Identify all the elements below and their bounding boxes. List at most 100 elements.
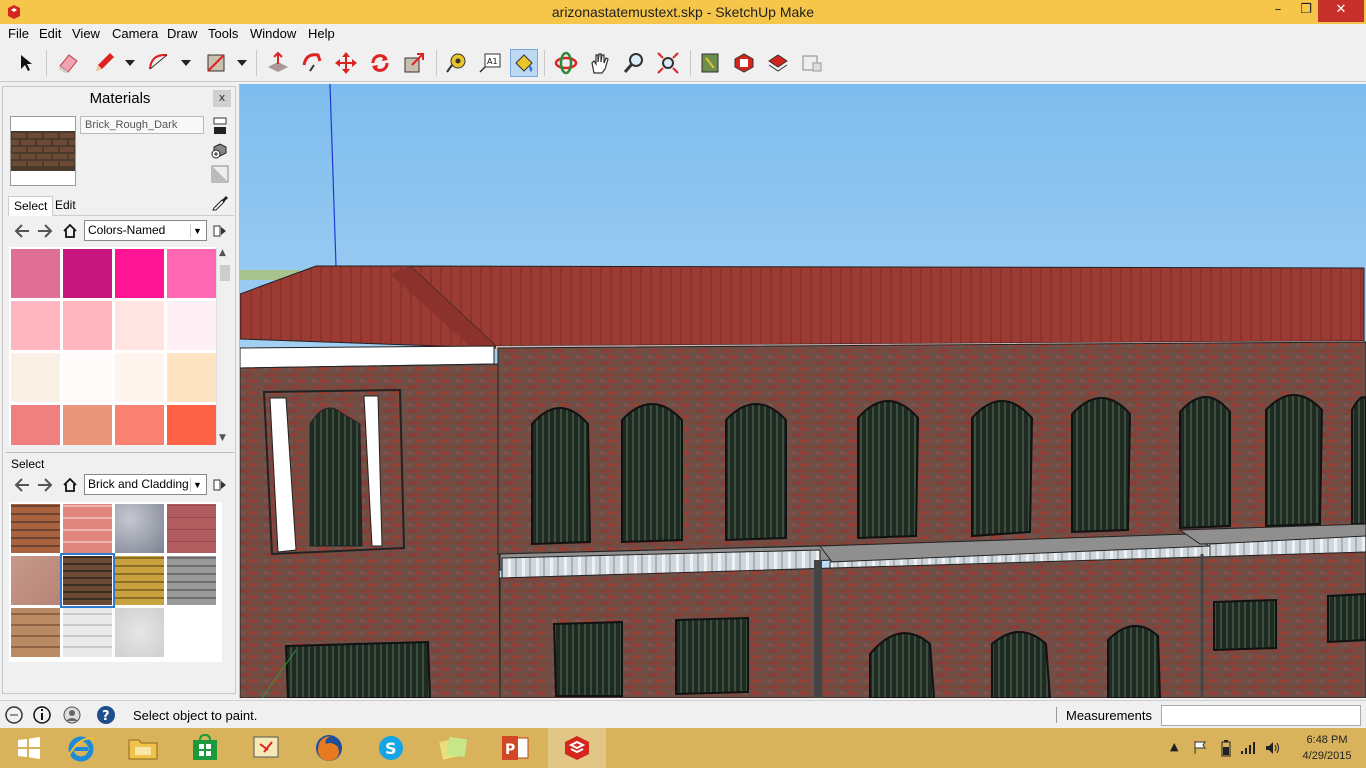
forward-arrow-icon[interactable] — [35, 475, 55, 495]
color-swatch[interactable] — [115, 405, 164, 445]
sticky-notes-icon[interactable] — [424, 728, 482, 768]
color-swatch[interactable] — [167, 249, 216, 298]
push-pull-tool-icon[interactable] — [264, 49, 292, 77]
color-swatch[interactable] — [11, 249, 60, 298]
color-swatch[interactable] — [115, 301, 164, 350]
extension-warehouse-icon[interactable] — [730, 49, 758, 77]
home-icon[interactable] — [60, 475, 80, 495]
pan-tool-icon[interactable] — [586, 49, 614, 77]
menu-help[interactable]: Help — [308, 26, 335, 41]
action-center-flag-icon[interactable] — [1192, 739, 1208, 755]
network-signal-icon[interactable] — [1240, 741, 1256, 755]
swatch-scrollbar[interactable]: ▲ ▼ — [216, 247, 232, 445]
select-tool-icon[interactable] — [12, 49, 40, 77]
tape-measure-tool-icon[interactable] — [442, 49, 470, 77]
menu-view[interactable]: View — [72, 26, 100, 41]
model-viewport[interactable] — [240, 84, 1366, 698]
back-arrow-icon[interactable] — [12, 221, 32, 241]
internet-explorer-icon[interactable] — [52, 728, 110, 768]
color-swatch[interactable] — [115, 353, 164, 402]
color-swatch[interactable] — [167, 301, 216, 350]
powerpoint-icon[interactable]: P — [486, 728, 544, 768]
layout-icon[interactable] — [798, 49, 826, 77]
panel-close-button[interactable]: x — [213, 90, 231, 107]
3d-warehouse-icon[interactable] — [696, 49, 724, 77]
chevron-down-icon[interactable] — [237, 57, 247, 69]
firefox-icon[interactable] — [300, 728, 358, 768]
menu-tools[interactable]: Tools — [208, 26, 238, 41]
scale-tool-icon[interactable] — [400, 49, 428, 77]
credits-info-icon[interactable] — [32, 705, 52, 725]
stone-grey-swatch[interactable] — [167, 556, 216, 605]
rectangle-tool-icon[interactable] — [202, 49, 230, 77]
file-explorer-icon[interactable] — [114, 728, 172, 768]
color-swatch[interactable] — [167, 405, 216, 445]
user-sign-in-icon[interactable] — [62, 705, 82, 725]
granite-blue-swatch[interactable] — [115, 504, 164, 553]
battery-icon[interactable] — [1220, 739, 1232, 757]
close-button[interactable]: ✕ — [1318, 0, 1364, 22]
back-arrow-icon[interactable] — [12, 475, 32, 495]
brick-red-flat-swatch[interactable] — [167, 504, 216, 553]
zoom-tool-icon[interactable] — [620, 49, 648, 77]
create-material-icon[interactable] — [210, 140, 230, 160]
chevron-down-icon[interactable] — [181, 57, 191, 69]
share-model-icon[interactable] — [764, 49, 792, 77]
color-swatch[interactable] — [63, 353, 112, 402]
follow-me-tool-icon[interactable] — [298, 49, 326, 77]
bottom-collection-select[interactable]: Brick and Cladding ▼ — [84, 474, 207, 495]
color-swatch[interactable] — [63, 249, 112, 298]
system-clock[interactable]: 6:48 PM 4/29/2015 — [1290, 732, 1364, 764]
default-material-icon[interactable] — [210, 164, 230, 184]
forward-arrow-icon[interactable] — [35, 221, 55, 241]
details-arrow-icon[interactable] — [210, 475, 230, 495]
snipping-tool-icon[interactable] — [238, 728, 296, 768]
text-tool-icon[interactable]: A1 — [476, 49, 504, 77]
tab-edit[interactable]: Edit — [50, 196, 81, 216]
color-swatch[interactable] — [11, 405, 60, 445]
scroll-up-icon[interactable]: ▲ — [219, 248, 226, 258]
pencil-tool-icon[interactable] — [90, 49, 118, 77]
top-collection-select[interactable]: Colors-Named ▼ — [84, 220, 207, 241]
brick-rough-dark-swatch[interactable] — [60, 553, 115, 608]
brick-yellow-swatch[interactable] — [115, 556, 164, 605]
display-secondary-pane-icon[interactable] — [210, 116, 230, 136]
show-hidden-icons-icon[interactable]: ▲ — [1170, 740, 1178, 753]
color-swatch[interactable] — [11, 301, 60, 350]
help-icon[interactable]: ? — [96, 705, 116, 725]
menu-window[interactable]: Window — [250, 26, 296, 41]
orbit-tool-icon[interactable] — [552, 49, 580, 77]
windows-store-icon[interactable] — [176, 728, 234, 768]
chevron-down-icon[interactable] — [125, 57, 135, 69]
scroll-thumb[interactable] — [220, 265, 230, 281]
brick-orange-swatch[interactable] — [11, 504, 60, 553]
menu-camera[interactable]: Camera — [112, 26, 158, 41]
start-button[interactable] — [0, 728, 58, 768]
color-swatch[interactable] — [115, 249, 164, 298]
menu-edit[interactable]: Edit — [39, 26, 61, 41]
geo-location-icon[interactable] — [4, 705, 24, 725]
measurements-input[interactable] — [1161, 705, 1361, 726]
stucco-white-swatch[interactable] — [115, 608, 164, 657]
rotate-tool-icon[interactable] — [366, 49, 394, 77]
wood-siding-swatch[interactable] — [11, 608, 60, 657]
stone-pink-swatch[interactable] — [11, 556, 60, 605]
zoom-extents-tool-icon[interactable] — [654, 49, 682, 77]
move-tool-icon[interactable] — [332, 49, 360, 77]
tab-select[interactable]: Select — [8, 196, 54, 216]
paint-bucket-tool-icon[interactable] — [510, 49, 538, 77]
scroll-down-icon[interactable]: ▼ — [219, 433, 226, 443]
volume-icon[interactable] — [1264, 740, 1280, 756]
menu-file[interactable]: File — [8, 26, 29, 41]
home-icon[interactable] — [60, 221, 80, 241]
menu-draw[interactable]: Draw — [167, 26, 197, 41]
color-swatch[interactable] — [167, 353, 216, 402]
eraser-tool-icon[interactable] — [54, 49, 82, 77]
brick-pink-tile-swatch[interactable] — [63, 504, 112, 553]
color-swatch[interactable] — [63, 405, 112, 445]
color-swatch[interactable] — [11, 353, 60, 402]
sketchup-taskbar-icon[interactable] — [548, 728, 606, 768]
details-arrow-icon[interactable] — [210, 221, 230, 241]
arc-tool-icon[interactable] — [146, 49, 174, 77]
material-name-field[interactable]: Brick_Rough_Dark — [80, 116, 204, 134]
